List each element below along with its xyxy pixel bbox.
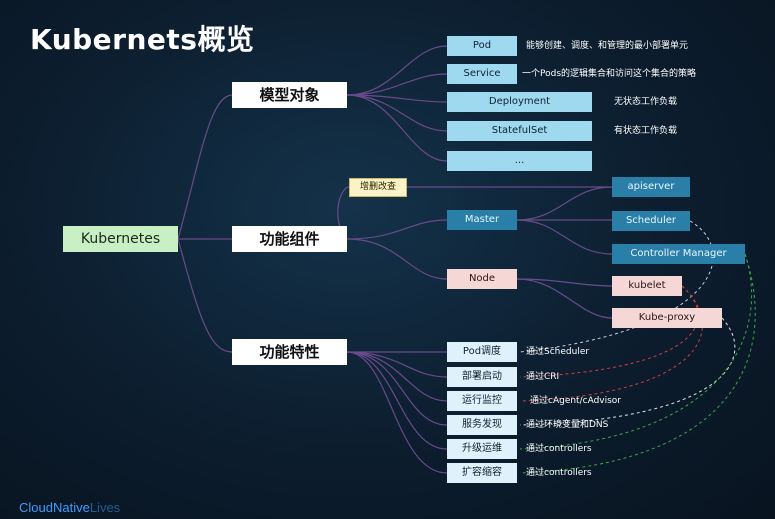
desc-monitoring: 通过cAgent/cAdvisor	[530, 396, 622, 406]
crud-label: 增删改查	[349, 178, 407, 197]
desc-statefulset: 有状态工作负载	[614, 126, 678, 136]
node-service: Service	[447, 64, 517, 84]
node-apiserver: apiserver	[612, 177, 690, 197]
node-statefulset: StatefulSet	[447, 121, 592, 141]
root-node-kubernetes: Kubernetes	[63, 226, 178, 252]
feature-upgrade-ops: 升级运维	[447, 439, 517, 459]
feature-monitoring: 运行监控	[447, 391, 517, 411]
node-deployment: Deployment	[447, 92, 592, 112]
desc-pod-scheduling: 通过Scheduler	[526, 347, 590, 357]
page-title: Kubernets概览	[30, 23, 255, 56]
footer-logo-part2: Lives	[89, 500, 121, 515]
footer-logo-part1: CloudNative	[19, 500, 90, 515]
node-node: Node	[447, 269, 517, 289]
node-kubelet: kubelet	[612, 276, 682, 296]
desc-deployment: 无状态工作负载	[614, 97, 678, 107]
node-more: ...	[447, 151, 592, 171]
category-components: 功能组件	[232, 226, 347, 252]
desc-service-discovery: 通过环境变量和DNS	[526, 420, 609, 430]
node-master: Master	[447, 210, 517, 230]
node-kube-proxy: Kube-proxy	[612, 308, 722, 328]
desc-upgrade-ops: 通过controllers	[526, 444, 592, 454]
footer-logo: CloudNativeLives	[19, 500, 120, 515]
desc-scaling: 通过controllers	[526, 468, 592, 478]
desc-pod: 能够创建、调度、和管理的最小部署单元	[526, 41, 689, 51]
category-model-objects: 模型对象	[232, 82, 347, 108]
desc-service: 一个Pods的逻辑集合和访问这个集合的策略	[522, 69, 697, 79]
feature-service-discovery: 服务发现	[447, 415, 517, 435]
feature-pod-scheduling: Pod调度	[447, 342, 517, 362]
node-controller-manager: Controller Manager	[612, 244, 745, 264]
feature-scaling: 扩容缩容	[447, 463, 517, 483]
node-scheduler: Scheduler	[612, 211, 690, 231]
node-pod: Pod	[447, 36, 517, 56]
feature-deploy-start: 部署启动	[447, 367, 517, 387]
desc-deploy-start: 通过CRI	[526, 372, 560, 382]
category-features: 功能特性	[232, 339, 347, 365]
